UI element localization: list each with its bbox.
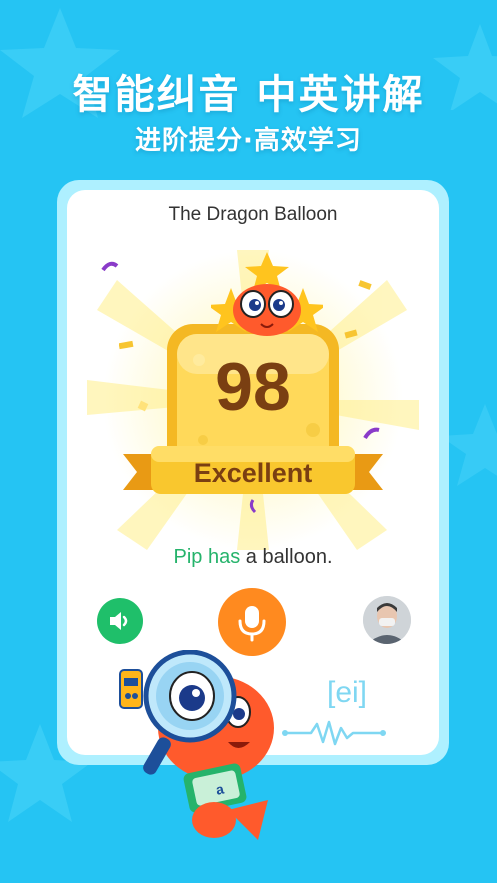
- pronunciation-waveform: [282, 720, 386, 746]
- confetti: [137, 400, 149, 412]
- confetti: [343, 328, 359, 342]
- confetti: [247, 498, 259, 514]
- microphone-icon: [238, 606, 266, 642]
- sentence-rest: a balloon.: [240, 546, 333, 568]
- highlighted-words: Pip has: [173, 546, 241, 568]
- mascot-detective-icon: a: [119, 650, 274, 840]
- promo-headline: 智能纠音 中英讲解: [72, 72, 425, 118]
- confetti: [357, 280, 373, 292]
- mascot-fish-icon: [211, 252, 323, 336]
- lesson-title: The Dragon Balloon: [168, 204, 338, 225]
- confetti: [119, 340, 135, 350]
- confetti: [101, 260, 119, 274]
- confetti: [363, 426, 381, 440]
- phoneme-symbol: [ei]: [326, 676, 368, 709]
- user-avatar-icon: [363, 596, 411, 644]
- play-audio-button[interactable]: [97, 598, 143, 644]
- promo-subheadline: 进阶提分·高效学习: [135, 126, 362, 156]
- my-recording-button[interactable]: [363, 596, 411, 644]
- record-button[interactable]: [218, 588, 286, 656]
- score-value: 98: [215, 349, 291, 425]
- speaker-icon: [110, 612, 128, 630]
- score-rating: Excellent: [193, 458, 313, 488]
- practice-sentence: Pip has a balloon.: [67, 546, 439, 569]
